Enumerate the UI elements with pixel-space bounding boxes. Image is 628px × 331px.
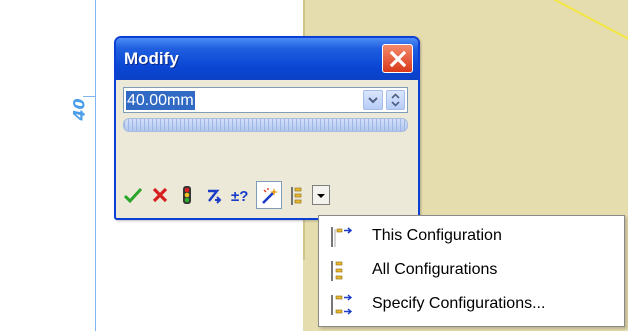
reverse-sense-button[interactable]: [201, 181, 227, 209]
close-icon: [389, 50, 407, 68]
close-button[interactable]: [382, 44, 413, 73]
menu-item-label: Specify Configurations...: [372, 295, 546, 312]
dimension-label[interactable]: 40: [70, 98, 89, 120]
menu-item-specify-configurations[interactable]: Specify Configurations...: [320, 288, 623, 322]
chevron-down-icon: [368, 97, 378, 104]
plus-minus-icon: ±?: [231, 188, 248, 204]
menu-item-label: All Configurations: [372, 261, 498, 278]
all-configurations-icon: [331, 261, 343, 281]
configurations-icon: [291, 187, 302, 205]
rebuild-button[interactable]: [174, 181, 200, 209]
value-dropdown-button[interactable]: [363, 90, 383, 110]
ok-button[interactable]: [120, 181, 146, 209]
specify-configurations-icon: [331, 294, 353, 315]
mark-for-drawing-button[interactable]: ±?: [228, 181, 254, 209]
spin-arrows-icon: [391, 93, 400, 107]
value-spinner[interactable]: [386, 90, 405, 110]
cancel-button[interactable]: [147, 181, 173, 209]
value-text[interactable]: 40.00mm: [126, 91, 195, 110]
this-configuration-icon: [331, 227, 353, 247]
reverse-arrow-icon: [208, 189, 222, 204]
menu-item-all-configurations[interactable]: All Configurations: [320, 254, 623, 288]
dimension-tick: [83, 96, 95, 97]
traffic-light-icon: [183, 186, 191, 204]
thumbwheel[interactable]: [123, 118, 408, 132]
configurations-button[interactable]: [286, 181, 312, 209]
dialog-titlebar[interactable]: Modify: [116, 38, 418, 80]
configurations-dropdown-button[interactable]: [312, 185, 330, 205]
svg-text:±?: ±?: [231, 188, 248, 204]
x-icon: [152, 187, 168, 203]
dropdown-arrow-icon: [317, 194, 325, 198]
regenerate-button[interactable]: [256, 181, 282, 209]
menu-item-label: This Configuration: [372, 227, 502, 244]
menu-item-this-configuration[interactable]: This Configuration: [320, 220, 623, 254]
configurations-menu: This Configuration All Configurations Sp…: [318, 215, 625, 327]
value-input[interactable]: 40.00mm: [123, 87, 408, 113]
check-icon: [123, 187, 143, 204]
modify-dialog: Modify 40.00mm ±?: [114, 36, 420, 220]
magic-wand-icon: [262, 188, 278, 204]
dialog-toolbar: ±?: [120, 181, 410, 209]
extension-line: [95, 0, 96, 331]
dialog-title: Modify: [124, 49, 179, 68]
